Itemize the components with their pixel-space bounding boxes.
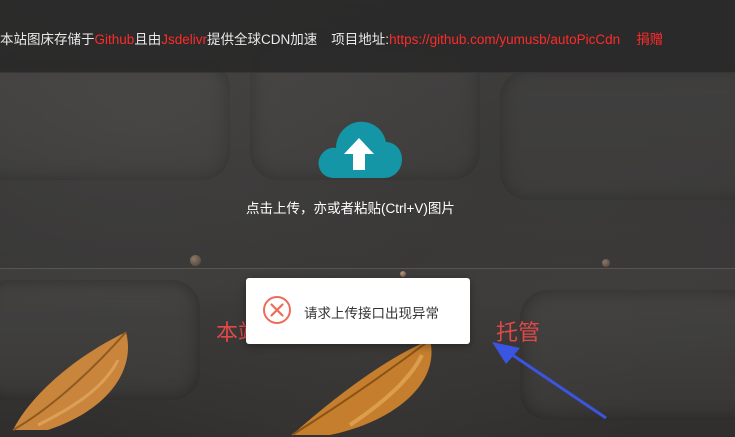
github-link[interactable]: Github (95, 32, 135, 47)
toast-message: 请求上传接口出现异常 (304, 306, 439, 321)
pebble (400, 271, 406, 277)
donate-link[interactable]: 捐赠 (636, 32, 663, 47)
error-toast: 请求上传接口出现异常 (246, 278, 470, 344)
announcement-part: 提供全球CDN加速 (207, 32, 318, 47)
error-circle-icon (263, 296, 291, 324)
divider (0, 268, 735, 269)
upload-hint: 点击上传，亦或者粘贴(Ctrl+V)图片 (246, 201, 455, 216)
announcement-part: 且由 (134, 32, 162, 47)
cloud-upload-icon[interactable] (314, 118, 404, 180)
project-label: 项目地址: (331, 32, 390, 47)
announcement-part: 本站图床存储于 (0, 32, 95, 47)
leaf-image (291, 339, 432, 436)
project-url-link[interactable]: https://github.com/yumusb/autoPicCdn (389, 32, 620, 47)
leaf-image (12, 331, 128, 431)
annotation-arrow-icon (492, 342, 607, 420)
announcement-text: 本站图床存储于Github且由Jsdelivr提供全球CDN加速 项目地址:htt… (0, 28, 663, 48)
jsdelivr-link[interactable]: Jsdelivr (161, 32, 207, 47)
announcement-bar: 本站图床存储于Github且由Jsdelivr提供全球CDN加速 项目地址:htt… (0, 0, 735, 73)
